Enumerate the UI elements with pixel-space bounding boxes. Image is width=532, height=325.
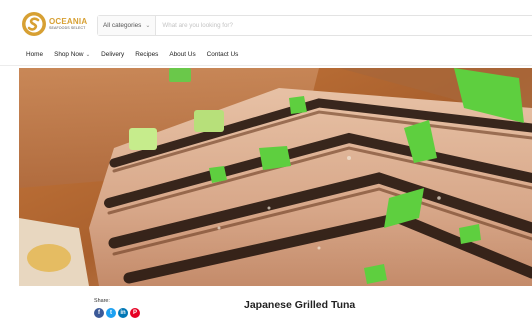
grilled-tuna-image bbox=[19, 68, 532, 286]
search-input[interactable] bbox=[156, 16, 457, 35]
share-section: Share: f t in P bbox=[94, 298, 140, 318]
share-buttons: f t in P bbox=[94, 308, 140, 318]
nav-item-label: Contact Us bbox=[206, 51, 239, 58]
logo-name: OCEANIA bbox=[49, 16, 88, 26]
nav-item-shop-now[interactable]: Shop Now ⌄ bbox=[54, 51, 90, 58]
logo-tagline: SEAFOODS SELECT bbox=[49, 25, 86, 30]
nav-item-label: About Us bbox=[169, 51, 196, 58]
recipe-title: Japanese Grilled Tuna bbox=[244, 299, 356, 311]
category-select[interactable]: All categories ⌄ bbox=[98, 16, 157, 35]
nav-item-label: Home bbox=[26, 51, 44, 58]
hero-image bbox=[19, 68, 532, 286]
nav-item-recipes[interactable]: Recipes bbox=[135, 51, 158, 58]
site-header: OCEANIA SEAFOODS SELECT All categories ⌄ bbox=[0, 0, 532, 44]
facebook-icon[interactable]: f bbox=[94, 308, 104, 318]
nav-item-label: Delivery bbox=[101, 51, 125, 58]
nav-item-label: Recipes bbox=[135, 51, 159, 58]
category-select-label: All categories bbox=[103, 22, 142, 29]
search-bar: All categories ⌄ bbox=[97, 15, 532, 36]
chevron-down-icon: ⌄ bbox=[145, 23, 151, 29]
site-logo[interactable]: OCEANIA SEAFOODS SELECT bbox=[22, 10, 92, 38]
pinterest-icon[interactable]: P bbox=[130, 308, 140, 318]
nav-item-delivery[interactable]: Delivery bbox=[101, 51, 124, 58]
linkedin-icon[interactable]: in bbox=[118, 308, 128, 318]
nav-item-home[interactable]: Home bbox=[26, 51, 43, 58]
chevron-down-icon: ⌄ bbox=[85, 51, 91, 58]
logo-emblem-icon bbox=[22, 12, 46, 36]
share-label: Share: bbox=[94, 298, 110, 304]
nav-item-about-us[interactable]: About Us bbox=[169, 51, 195, 58]
nav-item-contact-us[interactable]: Contact Us bbox=[207, 51, 239, 58]
twitter-icon[interactable]: t bbox=[106, 308, 116, 318]
nav-item-label: Shop Now bbox=[54, 51, 84, 58]
main-nav: Home Shop Now ⌄ Delivery Recipes About Us Cont… bbox=[0, 44, 532, 66]
